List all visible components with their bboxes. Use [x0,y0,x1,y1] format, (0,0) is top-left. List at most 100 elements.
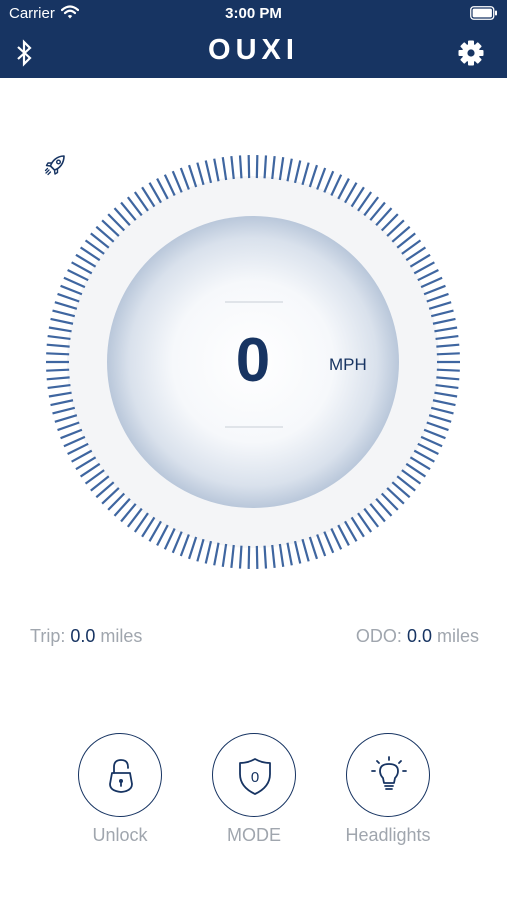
gauge-tick [323,531,335,554]
mode-button-circle[interactable]: 0 [212,733,296,817]
headlights-button-circle[interactable] [346,733,430,817]
gauge-tick [286,158,293,182]
gauge-tick [52,406,76,415]
mode-label: MODE [227,825,281,845]
gauge-tick [71,261,93,275]
gauge-tick [293,160,302,184]
gauge-tick [271,156,276,180]
gauge-tick [413,261,435,275]
gauge-tick [428,301,452,310]
gauge-tick [67,442,89,456]
gauge-tick [430,309,454,318]
gauge-tick [204,540,213,564]
gauge-tick [420,276,443,289]
gauge-tick [271,544,276,568]
gauge-tick [156,178,169,200]
gauge-tick [423,428,446,440]
trip-unit: miles [100,626,143,646]
gauge-tick [50,399,74,407]
gear-icon[interactable] [458,40,484,66]
gauge-tick [432,317,456,325]
gauge-tick [57,421,80,432]
gauge-tick [221,157,228,181]
gauge-tick [171,531,183,554]
gauge-tick [52,309,76,318]
gauge-tick [163,174,176,196]
speedometer: 0 MPH [43,152,463,572]
gauge-tick [417,268,439,282]
gauge-tick [171,170,183,193]
gauge-tick [50,317,74,325]
headlight-bulb-icon [371,756,407,790]
odo-value: 0.0 [406,626,432,646]
gauge-tick [54,414,78,423]
unlock-label: Unlock [92,825,148,845]
gauge-tick [60,284,83,296]
gauge-tick [196,538,205,562]
brand-logo: OUXI [208,34,299,66]
gauge-tick [196,162,205,186]
gauge-tick [426,292,449,303]
gauge-tick [238,545,243,569]
mode-shield-icon: 0 [239,758,271,795]
gauge-tick [71,449,93,463]
trip-distance: Trip: 0.0 miles [30,626,142,647]
gauge-tick [293,540,302,564]
gauge-tick [221,543,228,567]
gauge-tick [263,545,268,569]
gauge-tick [413,449,435,463]
gauge-tick [308,164,319,188]
gauge-tick [230,156,235,180]
gauge-tick [330,174,343,196]
trip-value: 0.0 [70,626,96,646]
gauge-tick [426,421,449,432]
gauge-tick [434,391,458,398]
gauge-tick [308,536,319,560]
gauge-tick [48,391,72,398]
gauge-tick [263,155,268,179]
speed-value: 0 [235,326,271,395]
gauge-tick [430,406,454,415]
gauge-tick [278,543,285,567]
gauge-tick [204,160,213,184]
gauge-tick [238,155,243,179]
odo-label: ODO: [355,626,402,646]
gauge-tick [301,538,310,562]
mode-button[interactable]: 0 MODE [194,733,314,846]
gauge-tick [57,292,80,303]
gauge-tick [179,534,190,557]
speed-unit: MPH [329,355,367,374]
trip-label: Trip: [30,626,66,646]
gauge-tick [187,164,198,188]
nav-bar: OUXI [0,28,507,78]
gauge-tick [67,268,89,282]
odometer: ODO: 0.0 miles [356,626,479,647]
gauge-tick [156,524,169,546]
gauge-tick [417,442,439,456]
gauge-tick [330,528,343,550]
gauge-tick [428,414,452,423]
gauge-tick [54,301,78,310]
odo-unit: miles [436,626,479,646]
gauge-tick [301,162,310,186]
gauge-tick [337,524,350,546]
gauge-tick [63,276,86,289]
mode-badge: 0 [251,769,259,786]
gauge-tick [323,170,335,193]
gauge-tick [286,542,293,566]
gauge-tick [179,167,190,190]
gauge-tick [60,428,83,440]
unlock-button[interactable]: Unlock [60,733,180,846]
gauge-tick [432,399,456,407]
status-bar: Carrier 3:00 PM [0,0,507,28]
unlock-button-circle[interactable] [78,733,162,817]
gauge-tick [213,158,220,182]
headlights-button[interactable]: Headlights [328,733,448,846]
gauge-tick [423,284,446,296]
gauge-tick [420,435,443,448]
app-header: Carrier 3:00 PM OUXI [0,0,507,78]
battery-icon [470,6,497,20]
rocket-icon[interactable] [43,152,69,178]
unlock-icon [109,759,133,793]
gauge-tick [316,167,327,190]
